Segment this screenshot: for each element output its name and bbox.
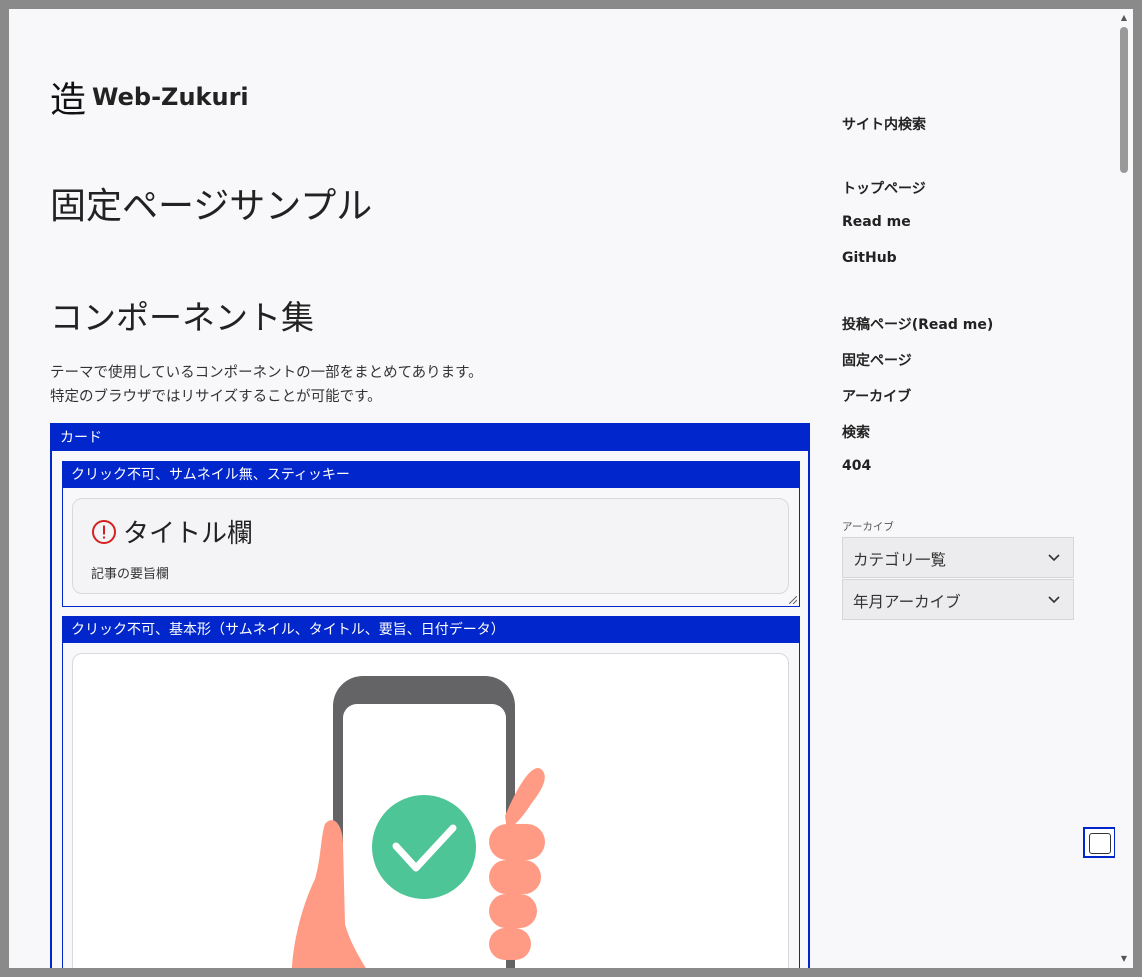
sidebar-link-archive[interactable]: アーカイブ bbox=[842, 386, 911, 406]
sidebar-link-post-page[interactable]: 投稿ページ(Read me) bbox=[842, 314, 993, 334]
browser-viewport: 造 Web-Zukuri 固定ページサンプル コンポーネント集 テーマで使用して… bbox=[9, 9, 1133, 968]
card-title: タイトル欄 bbox=[123, 519, 254, 549]
site-search-heading: サイト内検索 bbox=[842, 117, 926, 133]
scroll-down-icon[interactable]: ▼ bbox=[1119, 954, 1129, 964]
monthly-archive-select-value: 年月アーカイブ bbox=[853, 593, 961, 611]
floating-toggle-button[interactable] bbox=[1083, 827, 1116, 858]
resize-grip-icon[interactable] bbox=[789, 596, 797, 604]
sidebar-link-readme[interactable]: Read me bbox=[842, 214, 911, 230]
floating-toggle-box bbox=[1089, 833, 1111, 854]
card-basic bbox=[72, 653, 789, 968]
category-select[interactable]: カテゴリ一覧 bbox=[842, 537, 1074, 578]
chevron-down-icon bbox=[1048, 596, 1060, 604]
card-summary: 記事の要旨欄 bbox=[91, 567, 170, 582]
sidebar-link-404[interactable]: 404 bbox=[842, 458, 871, 474]
category-select-value: カテゴリ一覧 bbox=[853, 551, 947, 569]
site-logo[interactable]: 造 Web-Zukuri bbox=[50, 71, 249, 123]
basic-card-header: クリック不可、基本形（サムネイル、タイトル、要旨、日付データ） bbox=[63, 617, 799, 643]
scroll-up-icon[interactable]: ▲ bbox=[1119, 13, 1129, 23]
card-box-header: カード bbox=[52, 425, 808, 451]
basic-card-example: クリック不可、基本形（サムネイル、タイトル、要旨、日付データ） bbox=[62, 616, 800, 968]
phone-check-illustration bbox=[292, 676, 545, 968]
vertical-scrollbar[interactable]: ▲ ▼ bbox=[1115, 9, 1133, 968]
scroll-thumb[interactable] bbox=[1120, 27, 1128, 173]
alert-circle-icon bbox=[92, 520, 116, 544]
description-line-2: 特定のブラウザではリサイズすることが可能です。 bbox=[50, 389, 382, 405]
card-component-box: カード クリック不可、サムネイル無、スティッキー タイトル欄 記事の要旨欄 クリ… bbox=[50, 423, 810, 968]
logo-mark: 造 bbox=[50, 80, 87, 121]
sidebar-link-github[interactable]: GitHub bbox=[842, 250, 897, 266]
sticky-card-header: クリック不可、サムネイル無、スティッキー bbox=[63, 462, 799, 488]
sidebar-link-top[interactable]: トップページ bbox=[842, 178, 926, 198]
page-description: テーマで使用しているコンポーネントの一部をまとめてあります。 特定のブラウザでは… bbox=[50, 361, 483, 409]
chevron-down-icon bbox=[1048, 554, 1060, 562]
sidebar-link-fixed-page[interactable]: 固定ページ bbox=[842, 350, 912, 370]
logo-text: Web-Zukuri bbox=[92, 83, 249, 111]
archive-label: アーカイブ bbox=[842, 521, 894, 533]
page-title: 固定ページサンプル bbox=[50, 186, 373, 227]
card-no-thumbnail: タイトル欄 記事の要旨欄 bbox=[72, 498, 789, 594]
section-title: コンポーネント集 bbox=[50, 298, 314, 337]
description-line-1: テーマで使用しているコンポーネントの一部をまとめてあります。 bbox=[50, 365, 483, 381]
sidebar-link-search[interactable]: 検索 bbox=[842, 422, 870, 442]
sticky-card-example: クリック不可、サムネイル無、スティッキー タイトル欄 記事の要旨欄 bbox=[62, 461, 800, 607]
monthly-archive-select[interactable]: 年月アーカイブ bbox=[842, 579, 1074, 620]
